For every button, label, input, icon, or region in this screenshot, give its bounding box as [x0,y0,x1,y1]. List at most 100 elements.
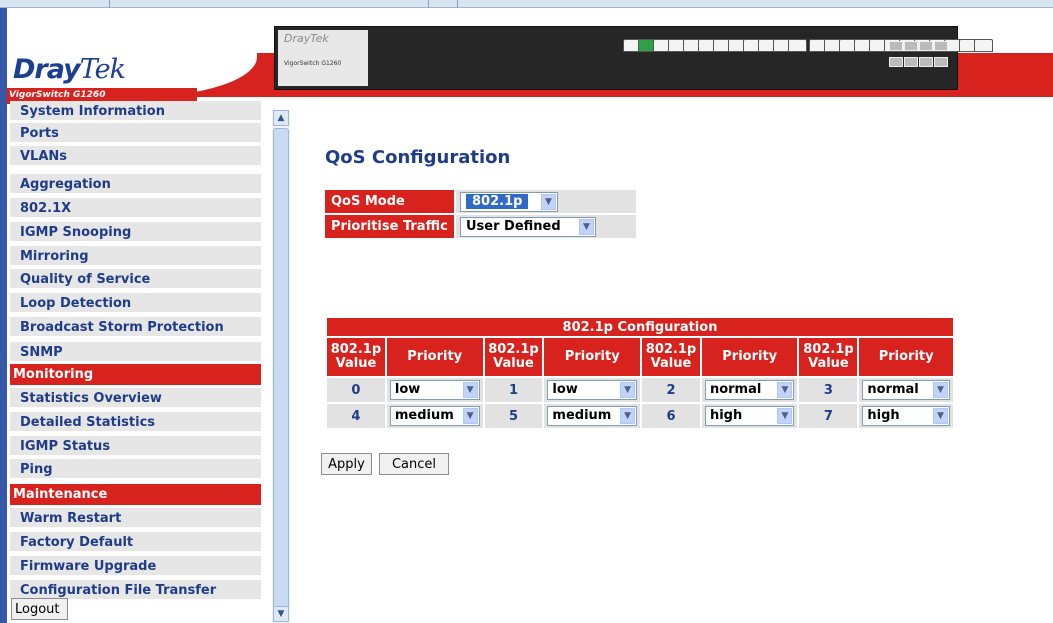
switch-port [974,39,993,52]
chevron-down-icon: ▼ [777,382,793,398]
priority-select-value: normal [867,382,919,397]
brand-dray: Dray [13,54,81,85]
priority-cell: high ▼ [699,402,800,430]
chevron-down-icon: ▼ [462,408,478,424]
draytek-logo: DrayTek [13,54,126,85]
table-row: 0 low ▼ 1 low ▼ 2 normal ▼ 3 normal ▼ [325,376,955,404]
dot1p-value-cell: 0 [325,376,387,404]
sfp-port [919,41,933,51]
chevron-down-icon: ▼ [933,382,948,398]
header-priority: Priority [384,336,485,378]
chevron-down-icon: ▼ [620,408,636,424]
sfp-port [919,57,933,67]
priority-select-value: low [552,382,578,397]
sfp-port [934,41,948,51]
dot1p-value-cell: 4 [325,402,387,430]
dot1p-value-cell: 7 [797,402,860,430]
priority-select-value: high [709,408,743,423]
sfp-port [889,41,903,51]
sidebar-item-igmp-snooping[interactable]: IGMP Snooping [10,222,261,243]
priority-select[interactable]: high ▼ [862,406,950,426]
priority-select[interactable]: normal ▼ [704,380,795,400]
main-content: QoS Configuration QoS Mode 802.1p ▼ Prior… [290,104,1053,623]
cancel-button[interactable]: Cancel [379,453,449,475]
sidebar-item-mirroring[interactable]: Mirroring [10,246,261,267]
prioritise-traffic-label: Prioritise Traffic [325,215,454,238]
header-dot1p-value: 802.1p Value [325,336,387,378]
sidebar-item-ports[interactable]: Ports [10,123,261,144]
priority-cell: normal ▼ [699,376,800,404]
priority-select[interactable]: medium ▼ [547,406,638,426]
priority-cell: low ▼ [384,376,485,404]
header-dot1p-value: 802.1p Value [482,336,545,378]
priority-cell: medium ▼ [542,402,643,430]
qos-mode-label: QoS Mode [325,190,454,213]
switch-image: DrayTek VigorSwitch G1260 [274,26,993,90]
priority-select[interactable]: normal ▼ [862,380,950,400]
priority-select-value: low [394,382,421,397]
priority-select[interactable]: low ▼ [389,380,480,400]
scroll-up-arrow-icon[interactable]: ▲ [273,110,289,126]
scroll-down-arrow-icon[interactable]: ▼ [273,606,289,622]
chevron-down-icon: ▼ [462,382,478,398]
sidebar-item-quality-of-service[interactable]: Quality of Service [10,269,261,290]
qos-mode-select[interactable]: 802.1p ▼ [460,192,558,212]
sidebar: System Information Ports VLANs Aggregation 8… [7,101,262,623]
header-priority: Priority [699,336,800,378]
sidebar-item-factory-default[interactable]: Factory Default [10,532,261,553]
faceplate-model: VigorSwitch G1260 [284,60,342,67]
chevron-down-icon: ▼ [777,408,793,424]
sfp-port [889,57,903,67]
dot1p-value-cell: 1 [482,376,545,404]
sidebar-item-warm-restart[interactable]: Warm Restart [10,508,261,529]
sidebar-item-firmware-upgrade[interactable]: Firmware Upgrade [10,556,261,577]
scrollbar-thumb[interactable] [273,128,289,608]
priority-select[interactable]: high ▼ [704,406,795,426]
sfp-port [934,57,948,67]
sidebar-item-vlans[interactable]: VLANs [10,146,261,167]
chevron-down-icon: ▼ [541,194,556,210]
priority-select-value: medium [394,408,454,423]
apply-button[interactable]: Apply [321,453,372,475]
priority-cell: medium ▼ [384,402,485,430]
sidebar-section-monitoring: Monitoring [10,364,261,385]
chevron-down-icon: ▼ [933,408,948,424]
sidebar-item-ping[interactable]: Ping [10,459,261,480]
sidebar-item-detailed-statistics[interactable]: Detailed Statistics [10,412,261,433]
header-priority: Priority [857,336,955,378]
table-body: 0 low ▼ 1 low ▼ 2 normal ▼ 3 normal ▼ 4 medium ▼ 5 mediu… [325,376,955,430]
priority-select[interactable]: low ▼ [547,380,638,400]
dot1p-value-cell: 3 [797,376,860,404]
dot1p-value-cell: 5 [482,402,545,430]
brand-tek: Tek [79,54,126,85]
sidebar-item-loop-detection[interactable]: Loop Detection [10,293,261,314]
sidebar-item-igmp-status[interactable]: IGMP Status [10,436,261,457]
table-header-row: 802.1p Value Priority 802.1p Value Priority… [325,336,955,378]
browser-tab-left [0,0,110,8]
header-dot1p-value: 802.1p Value [797,336,860,378]
header-dot1p-value: 802.1p Value [640,336,702,378]
sidebar-item-snmp[interactable]: SNMP [10,342,261,363]
header: DrayTek VigorSwitch G1260 DrayTek VigorS… [7,8,1053,104]
sidebar-item-system-information[interactable]: System Information [10,101,261,122]
switch-port [788,39,807,52]
page-title: QoS Configuration [325,147,511,168]
dot1p-value-cell: 6 [640,402,702,430]
logout-button[interactable]: Logout [11,598,68,620]
sidebar-item-broadcast-storm-protection[interactable]: Broadcast Storm Protection [10,317,261,338]
dot1p-value-cell: 2 [640,376,702,404]
header-priority: Priority [542,336,643,378]
sidebar-scrollbar[interactable]: ▲ ▼ [272,110,290,623]
priority-select[interactable]: medium ▼ [389,406,480,426]
sfp-port [904,41,918,51]
faceplate-logo: DrayTek [284,32,329,45]
table-caption: 802.1p Configuration [325,316,955,338]
sidebar-item-802-1x[interactable]: 802.1X [10,198,261,219]
priority-select-value: normal [709,382,762,397]
sidebar-item-statistics-overview[interactable]: Statistics Overview [10,388,261,409]
sidebar-item-aggregation[interactable]: Aggregation [10,174,261,195]
dot1p-config-table: 802.1p Configuration 802.1p Value Priorit… [325,316,955,430]
prioritise-traffic-select[interactable]: User Defined ▼ [460,217,596,237]
priority-cell: normal ▼ [857,376,955,404]
browser-frame-edge [0,8,7,623]
